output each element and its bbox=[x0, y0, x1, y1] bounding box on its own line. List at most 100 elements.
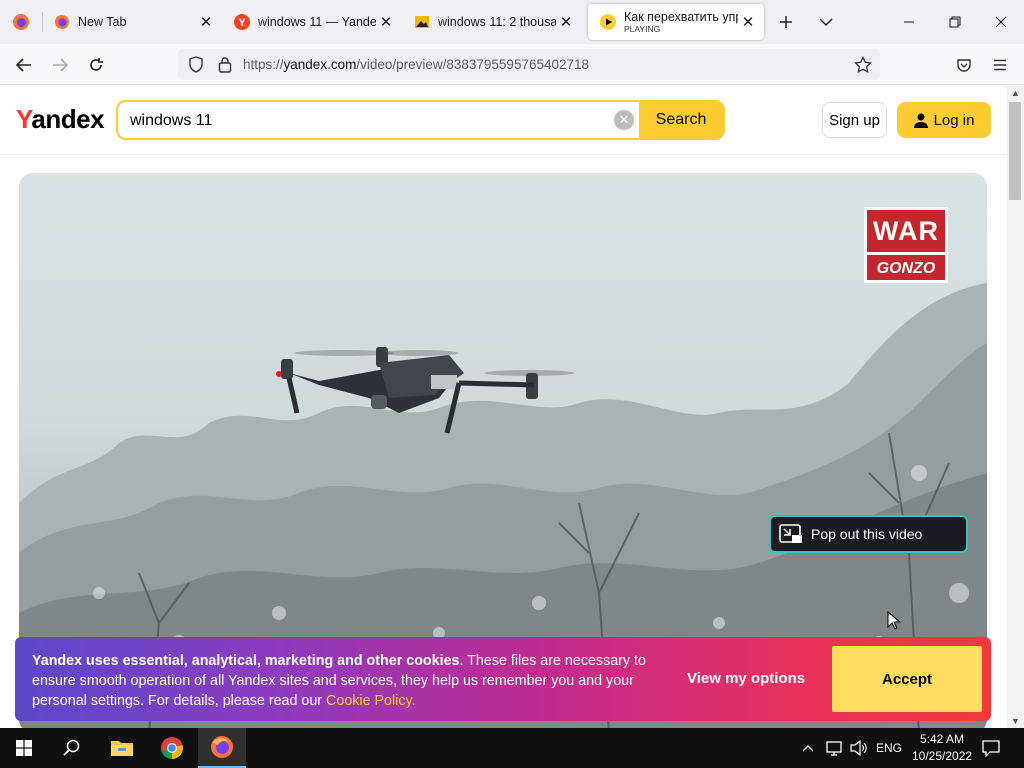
tab-label: New Tab bbox=[78, 15, 127, 29]
clear-search-icon[interactable]: ✕ bbox=[614, 110, 634, 130]
close-window-button[interactable] bbox=[978, 0, 1024, 44]
scroll-up-arrow-icon[interactable]: ▲ bbox=[1007, 86, 1024, 100]
pocket-icon bbox=[957, 58, 971, 72]
firefox-view-button[interactable] bbox=[0, 0, 42, 44]
tab-strip: New Tab ✕ Y windows 11 — Yandex ✕ window… bbox=[0, 0, 1024, 44]
svg-text:Y: Y bbox=[238, 17, 246, 29]
url-text[interactable]: https://yandex.com/video/preview/8383795… bbox=[243, 57, 589, 72]
plus-icon bbox=[780, 16, 792, 28]
close-tab-icon[interactable]: ✕ bbox=[376, 12, 396, 32]
network-tray-button[interactable] bbox=[826, 728, 844, 768]
user-icon bbox=[913, 113, 928, 128]
forward-button[interactable] bbox=[46, 52, 74, 78]
back-button[interactable] bbox=[10, 52, 38, 78]
tab-label: windows 11 — Yandex bbox=[258, 15, 376, 29]
scrollbar-thumb[interactable] bbox=[1009, 102, 1021, 200]
page-content: Yandex windows 11 ✕ Search Sign up Log i… bbox=[0, 86, 1007, 728]
close-icon bbox=[995, 16, 1007, 28]
start-button[interactable] bbox=[0, 728, 48, 768]
clock-date: 10/25/2022 bbox=[912, 749, 973, 763]
taskbar-file-explorer[interactable] bbox=[98, 728, 146, 768]
tab-playing-label: PLAYING bbox=[624, 24, 661, 34]
tab-yandex-search[interactable]: Y windows 11 — Yandex ✕ bbox=[222, 0, 402, 44]
folder-icon bbox=[111, 741, 133, 756]
tab-new-tab[interactable]: New Tab ✕ bbox=[42, 0, 222, 44]
firefox-icon bbox=[55, 15, 69, 29]
reload-button[interactable] bbox=[82, 52, 110, 78]
search-icon bbox=[63, 739, 80, 756]
yandex-icon: Y bbox=[234, 14, 250, 30]
watermark-bottom: GONZO bbox=[867, 252, 945, 280]
chevron-up-icon bbox=[802, 745, 814, 752]
lock-icon[interactable] bbox=[218, 56, 232, 73]
chevron-down-icon bbox=[819, 18, 833, 27]
volume-icon bbox=[850, 740, 867, 756]
sign-up-button[interactable]: Sign up bbox=[822, 102, 887, 138]
cookie-policy-link[interactable]: Cookie Policy bbox=[326, 693, 412, 709]
url-bar[interactable]: https://yandex.com/video/preview/8383795… bbox=[178, 49, 880, 80]
url-path: /video/preview/8383795595765402718 bbox=[356, 57, 590, 72]
yandex-logo[interactable]: Yandex bbox=[16, 104, 105, 135]
show-hidden-icons-button[interactable] bbox=[802, 728, 814, 768]
logo-letter-y: Y bbox=[16, 104, 32, 134]
taskbar-firefox[interactable] bbox=[198, 728, 246, 768]
log-in-button[interactable]: Log in bbox=[897, 102, 991, 138]
cookie-banner: Yandex uses essential, analytical, marke… bbox=[15, 637, 991, 721]
url-host: yandex.com bbox=[283, 57, 357, 72]
close-tab-icon[interactable]: ✕ bbox=[738, 12, 758, 32]
search-form: windows 11 ✕ Search bbox=[116, 100, 725, 140]
pocket-button[interactable] bbox=[950, 52, 978, 78]
firefox-icon bbox=[13, 14, 29, 30]
arrow-left-icon bbox=[16, 58, 31, 72]
scroll-down-arrow-icon[interactable]: ▼ bbox=[1007, 714, 1024, 728]
cookie-message-bold: Yandex uses essential, analytical, marke… bbox=[32, 653, 460, 669]
tab-images[interactable]: windows 11: 2 thousand ✕ bbox=[402, 0, 582, 44]
arrow-right-icon bbox=[53, 58, 68, 72]
tab-video-playing[interactable]: Как перехватить управ PLAYING ✕ bbox=[588, 4, 764, 40]
close-tab-icon[interactable]: ✕ bbox=[556, 12, 576, 32]
chrome-icon bbox=[161, 737, 183, 759]
app-menu-button[interactable] bbox=[986, 52, 1014, 78]
search-input[interactable]: windows 11 bbox=[130, 112, 212, 130]
close-tab-icon[interactable]: ✕ bbox=[196, 12, 216, 32]
windows-taskbar: ENG 5:42 AM 10/25/2022 bbox=[0, 728, 1024, 768]
watermark-top: WAR bbox=[867, 210, 945, 252]
taskbar-clock[interactable]: 5:42 AM 10/25/2022 bbox=[912, 731, 972, 765]
war-gonzo-watermark: WAR GONZO bbox=[864, 207, 948, 283]
hamburger-menu-icon bbox=[994, 59, 1006, 71]
taskbar-search-button[interactable] bbox=[48, 728, 96, 768]
star-icon bbox=[854, 56, 872, 74]
cookie-policy-period: . bbox=[411, 693, 416, 709]
log-in-label: Log in bbox=[933, 111, 975, 129]
network-icon bbox=[826, 741, 842, 756]
search-button[interactable]: Search bbox=[639, 102, 723, 138]
notifications-button[interactable] bbox=[982, 728, 1000, 768]
clock-time: 5:42 AM bbox=[919, 732, 965, 746]
restore-icon bbox=[949, 16, 961, 28]
taskbar-chrome[interactable] bbox=[148, 728, 196, 768]
shield-icon[interactable] bbox=[188, 56, 204, 73]
logo-rest: andex bbox=[31, 104, 105, 134]
url-scheme: https:// bbox=[243, 57, 284, 72]
accept-cookies-button[interactable]: Accept bbox=[832, 646, 982, 712]
navigation-toolbar: https://yandex.com/video/preview/8383795… bbox=[0, 44, 1024, 85]
tab-label: windows 11: 2 thousand bbox=[438, 15, 556, 29]
yandex-header: Yandex windows 11 ✕ Search Sign up Log i… bbox=[0, 86, 1007, 155]
view-my-options-button[interactable]: View my options bbox=[687, 670, 805, 687]
cookie-message: Yandex uses essential, analytical, marke… bbox=[32, 651, 662, 711]
image-icon bbox=[415, 16, 429, 28]
mouse-cursor-icon bbox=[887, 611, 901, 630]
page-scrollbar[interactable]: ▲ ▼ bbox=[1007, 86, 1024, 728]
pop-out-video-button[interactable]: Pop out this video bbox=[769, 515, 968, 553]
input-language-indicator[interactable]: ENG bbox=[876, 728, 902, 768]
minimize-button[interactable] bbox=[886, 0, 932, 44]
new-tab-button[interactable] bbox=[774, 10, 798, 34]
restore-button[interactable] bbox=[932, 0, 978, 44]
notification-icon bbox=[982, 739, 1000, 757]
firefox-icon bbox=[211, 736, 233, 758]
list-all-tabs-button[interactable] bbox=[814, 10, 838, 34]
volume-tray-button[interactable] bbox=[850, 728, 868, 768]
bookmark-button[interactable] bbox=[849, 52, 877, 78]
windows-logo-icon bbox=[16, 740, 32, 756]
tab-label: Как перехватить управ bbox=[624, 10, 738, 24]
